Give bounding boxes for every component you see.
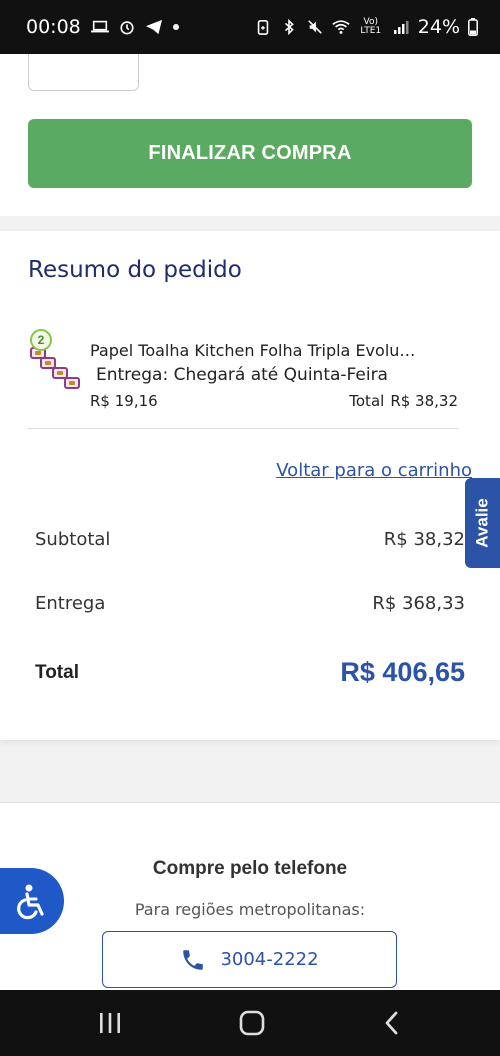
accessibility-button[interactable]	[0, 868, 64, 934]
phone-icon	[183, 949, 204, 970]
wheelchair-icon	[17, 884, 44, 920]
total-value: R$ 406,65	[340, 657, 465, 687]
delivery-label: Entrega	[35, 593, 106, 614]
feedback-side-tab[interactable]: Avalie	[465, 478, 500, 568]
status-bar: 00:08 Vo) LTE1 24%	[0, 0, 500, 54]
wifi-icon	[332, 20, 350, 34]
product-delivery-estimate: Entrega: Chegará até Quinta-Feira	[96, 365, 388, 385]
checkout-panel: FINALIZAR COMPRA	[0, 54, 500, 216]
volte-label: Vo) LTE1	[360, 17, 382, 36]
order-summary-card: Resumo do pedido 2 Papel Toalha Kitchen …	[0, 231, 500, 740]
android-nav-bar	[0, 990, 500, 1056]
bluetooth-icon	[284, 19, 294, 35]
product-total-value: R$ 38,32	[390, 392, 458, 410]
summary-title: Resumo do pedido	[28, 257, 242, 283]
phone-number: 3004-2222	[220, 949, 319, 970]
subtotal-value: R$ 38,32	[383, 529, 465, 550]
product-name: Papel Toalha Kitchen Folha Tripla Evolut…	[90, 341, 420, 360]
item-quantity-badge: 2	[30, 329, 52, 351]
battery-icon	[468, 18, 478, 36]
call-phone-button[interactable]: 3004-2222	[102, 931, 397, 988]
phone-order-section: Compre pelo telefone Para regiões metrop…	[0, 803, 500, 990]
product-pack-image	[64, 377, 80, 389]
delivery-value: R$ 368,33	[372, 593, 465, 614]
product-thumbnail: 2	[28, 329, 88, 393]
quantity-input[interactable]	[28, 54, 139, 91]
dot-icon	[172, 24, 179, 30]
subtotal-row: Subtotal R$ 38,32	[35, 529, 465, 550]
subtotal-label: Subtotal	[35, 529, 111, 550]
mute-icon	[307, 20, 322, 34]
back-to-cart-link[interactable]: Voltar para o carrinho	[276, 460, 472, 481]
product-total-label: Total	[349, 392, 385, 410]
divider	[28, 428, 459, 429]
telegram-icon	[145, 19, 162, 35]
signal-icon	[393, 21, 409, 34]
recent-apps-icon[interactable]	[97, 1011, 123, 1035]
total-row: Total R$ 406,65	[35, 657, 465, 688]
battery-saver-icon	[257, 19, 269, 35]
product-unit-price: R$ 19,16	[90, 392, 158, 410]
phone-section-title: Compre pelo telefone	[152, 858, 348, 879]
finalize-purchase-button[interactable]: FINALIZAR COMPRA	[28, 119, 472, 188]
alarm-icon	[120, 21, 134, 35]
delivery-row: Entrega R$ 368,33	[35, 593, 465, 614]
product-line-total: Total R$ 38,32	[349, 392, 458, 410]
home-icon[interactable]	[238, 1009, 266, 1037]
battery-percent: 24%	[417, 16, 460, 38]
status-left-icons	[90, 19, 180, 35]
status-right-icons: Vo) LTE1 24%	[254, 16, 478, 38]
back-icon[interactable]	[381, 1010, 403, 1036]
laptop-icon	[90, 20, 109, 33]
feedback-tab-label: Avalie	[472, 498, 492, 548]
status-time: 00:08	[26, 16, 81, 38]
total-label: Total	[35, 661, 79, 683]
phone-section-subtitle: Para regiões metropolitanas:	[134, 900, 366, 919]
